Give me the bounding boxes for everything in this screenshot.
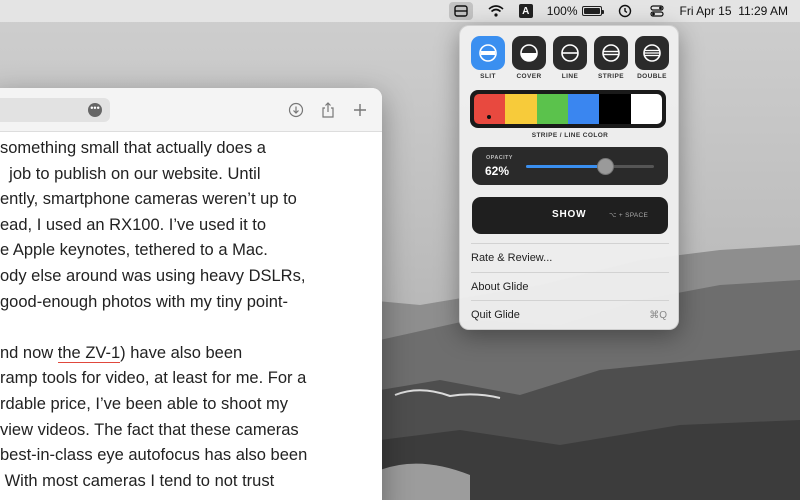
article-line: view videos. The fact that these cameras (0, 420, 299, 439)
line-mode-button[interactable] (553, 36, 587, 70)
article-line: With most cameras I tend to not trust (0, 471, 275, 490)
opacity-caption: OPACITY (486, 155, 513, 161)
color-swatch[interactable] (536, 94, 568, 124)
article-line: ently, smartphone cameras weren’t up to (0, 190, 297, 209)
color-swatch[interactable] (630, 94, 662, 124)
double-icon (643, 44, 661, 62)
article-line: rdable price, I’ve been able to shoot my (0, 394, 289, 413)
article-text: ) have also been (120, 343, 243, 362)
keyboard-input-icon[interactable]: A (518, 4, 533, 18)
line-icon (561, 44, 579, 62)
battery-percent: 100% (546, 4, 578, 18)
color-picker-label: STRIPE / LINE COLOR (531, 132, 609, 139)
menubar-clock[interactable]: Fri Apr 15 11:29 AM (680, 4, 789, 18)
address-bar[interactable]: ••• (0, 98, 110, 122)
selected-color-indicator (487, 115, 491, 119)
cover-icon (520, 44, 538, 62)
control-center-icon[interactable] (648, 3, 666, 19)
glide-icon[interactable] (448, 2, 473, 20)
battery-icon (581, 6, 604, 16)
article-line: ody else around was using heavy DSLRs, (0, 266, 306, 285)
double-mode-button[interactable] (635, 36, 669, 70)
plus-icon (354, 104, 366, 116)
glide-popover: SLIT COVER LINE STRIPE DOUBLE STRIPE / L… (459, 25, 679, 330)
new-tab-button[interactable] (350, 100, 370, 120)
article-line: ead, I used an RX100. I’ve used it to (0, 215, 267, 234)
color-swatch[interactable] (567, 94, 600, 124)
slit-icon (479, 44, 497, 62)
stripe-mode-button[interactable] (594, 36, 628, 70)
wifi-icon[interactable] (487, 3, 505, 19)
article-line: job to publish on our website. Until (0, 164, 261, 183)
article-line: something small that actually does a (0, 139, 266, 157)
mode-slit[interactable]: SLIT (470, 36, 506, 80)
article-line: best-in-class eye autofocus has also bee… (0, 446, 308, 465)
browser-toolbar: ••• (0, 88, 382, 132)
about-menu-item[interactable]: About Glide (471, 273, 669, 301)
opacity-value: 62% (485, 164, 510, 178)
menu-bar: A 100% Fri Apr 15 11:29 AM (0, 0, 800, 22)
cover-mode-button[interactable] (512, 36, 546, 70)
share-button[interactable] (318, 100, 338, 120)
mode-stripe[interactable]: STRIPE (593, 36, 629, 80)
mode-label: LINE (561, 73, 579, 80)
mode-label: DOUBLE (637, 73, 667, 80)
color-picker (470, 90, 666, 128)
show-button[interactable]: SHOW ⌥ + SPACE (472, 197, 668, 234)
mode-cover[interactable]: COVER (511, 36, 547, 80)
downloads-button[interactable] (286, 100, 306, 120)
opacity-slider[interactable] (526, 158, 654, 175)
article-line: e Apple keynotes, tethered to a Mac. (0, 241, 268, 260)
rate-review-menu-item[interactable]: Rate & Review... (471, 244, 669, 272)
battery-status[interactable]: 100% (546, 4, 604, 18)
mode-line[interactable]: LINE (552, 36, 588, 80)
share-icon (322, 102, 334, 118)
article-line: ramp tools for video, at least for me. F… (0, 369, 307, 388)
more-options-icon[interactable]: ••• (88, 103, 102, 117)
article-body: something small that actually does a job… (0, 132, 382, 494)
opacity-control: OPACITY 62% (472, 147, 668, 185)
article-line: nd now the ZV-1) have also been (0, 341, 382, 367)
opacity-slider-fill (526, 165, 606, 168)
quit-shortcut: ⌘Q (649, 309, 667, 321)
time-machine-icon[interactable] (616, 3, 634, 19)
mode-label: SLIT (480, 73, 496, 80)
opacity-slider-thumb[interactable] (596, 158, 614, 175)
menu-item-label: Rate & Review... (471, 252, 553, 264)
mode-double[interactable]: DOUBLE (634, 36, 670, 80)
color-swatch[interactable] (505, 94, 537, 124)
article-text: nd now (0, 343, 58, 362)
mode-selector: SLIT COVER LINE STRIPE DOUBLE (470, 36, 670, 80)
color-swatch[interactable] (474, 94, 506, 124)
menu-item-label: Quit Glide (471, 309, 520, 321)
zv1-link[interactable]: the ZV-1 (57, 343, 121, 363)
article-line: good-enough photos with my tiny point- (0, 292, 289, 311)
slit-mode-button[interactable] (471, 36, 505, 70)
show-shortcut: ⌥ + SPACE (609, 212, 649, 219)
menu-item-label: About Glide (471, 281, 529, 293)
show-label: SHOW (552, 209, 587, 220)
mode-label: COVER (516, 73, 542, 80)
color-swatch[interactable] (599, 94, 631, 124)
stripe-icon (602, 44, 620, 62)
quit-menu-item[interactable]: Quit Glide ⌘Q (471, 301, 669, 329)
download-icon (288, 102, 304, 118)
safari-window: ••• something small that actually does a… (0, 88, 382, 500)
mode-label: STRIPE (598, 73, 624, 80)
